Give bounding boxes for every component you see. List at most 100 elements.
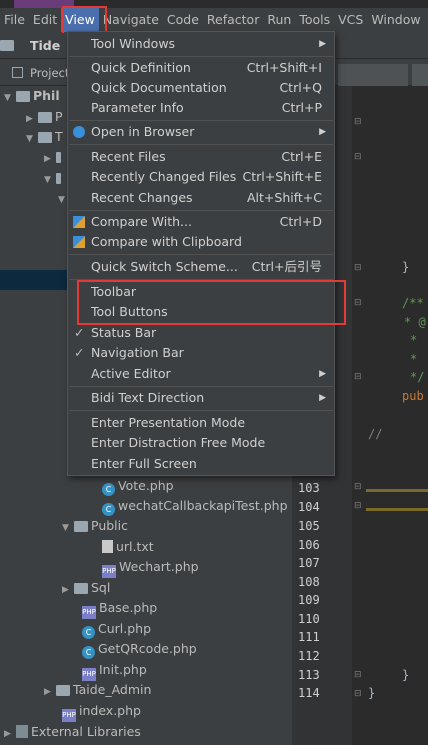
menu-file[interactable]: File bbox=[0, 8, 29, 32]
php-file-icon: PHP bbox=[82, 606, 96, 619]
menu-item-bidi-text-direction[interactable]: Bidi Text Direction ▶ bbox=[68, 388, 334, 408]
tree-file-vote[interactable]: C Vote.php bbox=[102, 476, 174, 496]
menu-item-toolbar[interactable]: Toolbar bbox=[68, 282, 334, 302]
menu-refactor[interactable]: Refactor bbox=[203, 8, 263, 32]
menu-item-tool-windows[interactable]: Tool Windows ▶ bbox=[68, 34, 334, 54]
code-text: } bbox=[402, 668, 410, 682]
project-icon bbox=[12, 67, 23, 78]
tree-file-curl[interactable]: C Curl.php bbox=[82, 619, 151, 639]
fold-marker-icon[interactable]: ⊟ bbox=[354, 501, 362, 511]
line-number: 106 bbox=[298, 538, 320, 552]
tree-folder-sql[interactable]: ▶ Sql bbox=[62, 578, 110, 598]
menu-item-quick-definition[interactable]: Quick Definition Ctrl+Shift+I bbox=[68, 58, 334, 78]
collapse-arrow-icon: ▶ bbox=[26, 114, 33, 124]
menu-item-parameter-info[interactable]: Parameter Info Ctrl+P bbox=[68, 98, 334, 118]
view-menu-dropdown: Tool Windows ▶ Quick Definition Ctrl+Shift… bbox=[67, 31, 335, 476]
menu-code[interactable]: Code bbox=[163, 8, 203, 32]
fold-marker-icon[interactable]: ⊟ bbox=[354, 298, 362, 308]
menu-item-tool-buttons[interactable]: Tool Buttons bbox=[68, 302, 334, 322]
fold-marker-icon[interactable]: ⊟ bbox=[354, 670, 362, 680]
fold-marker-icon[interactable]: ⊟ bbox=[354, 482, 362, 492]
menu-vcs[interactable]: VCS bbox=[334, 8, 367, 32]
code-text: } bbox=[402, 260, 410, 274]
tree-file-index[interactable]: PHP index.php bbox=[62, 701, 141, 722]
menu-separator bbox=[69, 144, 333, 145]
menu-navigate[interactable]: Navigate bbox=[99, 8, 163, 32]
fold-marker-icon[interactable]: ⊟ bbox=[354, 372, 362, 382]
php-class-icon: C bbox=[82, 626, 95, 639]
tree-external-libraries[interactable]: ▶ External Libraries bbox=[4, 722, 141, 742]
tree-folder-taide-admin[interactable]: ▶ Taide_Admin bbox=[44, 680, 151, 700]
menu-item-quick-documentation[interactable]: Quick Documentation Ctrl+Q bbox=[68, 78, 334, 98]
tree-item[interactable]: ▶ P bbox=[26, 107, 63, 127]
menu-separator bbox=[69, 56, 333, 57]
code-text: * @ bbox=[404, 315, 426, 329]
menu-item-recent-files[interactable]: Recent Files Ctrl+E bbox=[68, 147, 334, 167]
folder-icon bbox=[74, 583, 88, 594]
tree-file-getqrcode[interactable]: C GetQRcode.php bbox=[82, 639, 197, 659]
fold-marker-icon[interactable]: ⊟ bbox=[354, 263, 362, 273]
compare-icon bbox=[73, 216, 85, 228]
menu-item-full-screen[interactable]: Enter Full Screen bbox=[68, 454, 334, 474]
tree-file-wechart[interactable]: PHP Wechart.php bbox=[102, 557, 199, 578]
menu-item-active-editor[interactable]: Active Editor ▶ bbox=[68, 364, 334, 384]
tree-item[interactable]: ▶ bbox=[44, 147, 64, 167]
tree-file-wechat-callback[interactable]: CwechatCallbackapiTest.php bbox=[102, 496, 288, 516]
menu-item-presentation-mode[interactable]: Enter Presentation Mode bbox=[68, 413, 334, 433]
tree-folder-public[interactable]: ▼ Public bbox=[62, 516, 128, 536]
selected-tree-row[interactable] bbox=[0, 270, 70, 290]
collapse-arrow-icon: ▶ bbox=[4, 729, 11, 739]
menu-item-distraction-free-mode[interactable]: Enter Distraction Free Mode bbox=[68, 433, 334, 453]
line-number: 108 bbox=[298, 575, 320, 589]
menu-item-quick-switch-scheme[interactable]: Quick Switch Scheme... Ctrl+后引号 bbox=[68, 257, 334, 277]
php-class-icon: C bbox=[102, 503, 115, 516]
ide-window: File Edit View Navigate Code Refactor Ru… bbox=[0, 0, 428, 745]
menu-separator bbox=[69, 254, 333, 255]
folder-icon bbox=[0, 40, 14, 51]
folder-icon bbox=[16, 91, 30, 102]
menu-edit[interactable]: Edit bbox=[29, 8, 61, 32]
tree-file-base[interactable]: PHP Base.php bbox=[82, 598, 157, 619]
tree-item[interactable]: ▼ bbox=[44, 168, 64, 188]
menu-item-status-bar[interactable]: ✓ Status Bar bbox=[68, 323, 334, 343]
fold-marker-icon[interactable]: ⊟ bbox=[354, 152, 362, 162]
tree-file-init[interactable]: PHP Init.php bbox=[82, 660, 147, 681]
menu-item-compare-with[interactable]: Compare With... Ctrl+D bbox=[68, 212, 334, 232]
folder-icon bbox=[74, 521, 88, 532]
code-text: * bbox=[410, 333, 418, 347]
code-text: */ bbox=[410, 370, 425, 384]
tree-root[interactable]: ▼ Phil bbox=[4, 86, 60, 106]
project-name[interactable]: Tide bbox=[30, 38, 60, 53]
menu-item-open-in-browser[interactable]: Open in Browser ▶ bbox=[68, 122, 334, 142]
tree-file-url[interactable]: url.txt bbox=[102, 537, 154, 557]
collapse-arrow-icon: ▶ bbox=[44, 154, 51, 164]
editor-tab[interactable] bbox=[338, 64, 408, 86]
menu-run[interactable]: Run bbox=[263, 8, 295, 32]
editor-tab-2[interactable] bbox=[412, 64, 428, 86]
menu-tools[interactable]: Tools bbox=[295, 8, 334, 32]
code-text: // bbox=[368, 427, 383, 441]
fold-marker-icon[interactable]: ⊟ bbox=[354, 689, 362, 699]
highlight-line bbox=[366, 489, 428, 492]
menu-window[interactable]: Window bbox=[367, 8, 424, 32]
code-text: /** bbox=[402, 296, 424, 310]
menu-separator bbox=[69, 410, 333, 411]
menu-item-recently-changed-files[interactable]: Recently Changed Files Ctrl+Shift+E bbox=[68, 167, 334, 187]
tree-item[interactable]: ▼ T bbox=[26, 127, 63, 147]
code-editor[interactable] bbox=[352, 86, 428, 745]
php-file-icon: PHP bbox=[102, 565, 116, 578]
menu-view[interactable]: View bbox=[61, 8, 99, 32]
libraries-icon bbox=[16, 725, 28, 738]
folder-icon bbox=[56, 173, 61, 184]
line-number: 113 bbox=[298, 668, 320, 682]
menu-item-compare-with-clipboard[interactable]: Compare with Clipboard bbox=[68, 232, 334, 252]
project-tab[interactable]: Project bbox=[30, 66, 69, 80]
folder-icon bbox=[38, 112, 52, 123]
menu-item-navigation-bar[interactable]: ✓ Navigation Bar bbox=[68, 343, 334, 363]
fold-marker-icon[interactable]: ⊟ bbox=[354, 117, 362, 127]
line-number: 104 bbox=[298, 500, 320, 514]
collapse-arrow-icon: ▶ bbox=[62, 585, 69, 595]
menu-separator bbox=[69, 120, 333, 121]
menu-item-recent-changes[interactable]: Recent Changes Alt+Shift+C bbox=[68, 188, 334, 208]
menu-bar: File Edit View Navigate Code Refactor Ru… bbox=[0, 8, 428, 32]
